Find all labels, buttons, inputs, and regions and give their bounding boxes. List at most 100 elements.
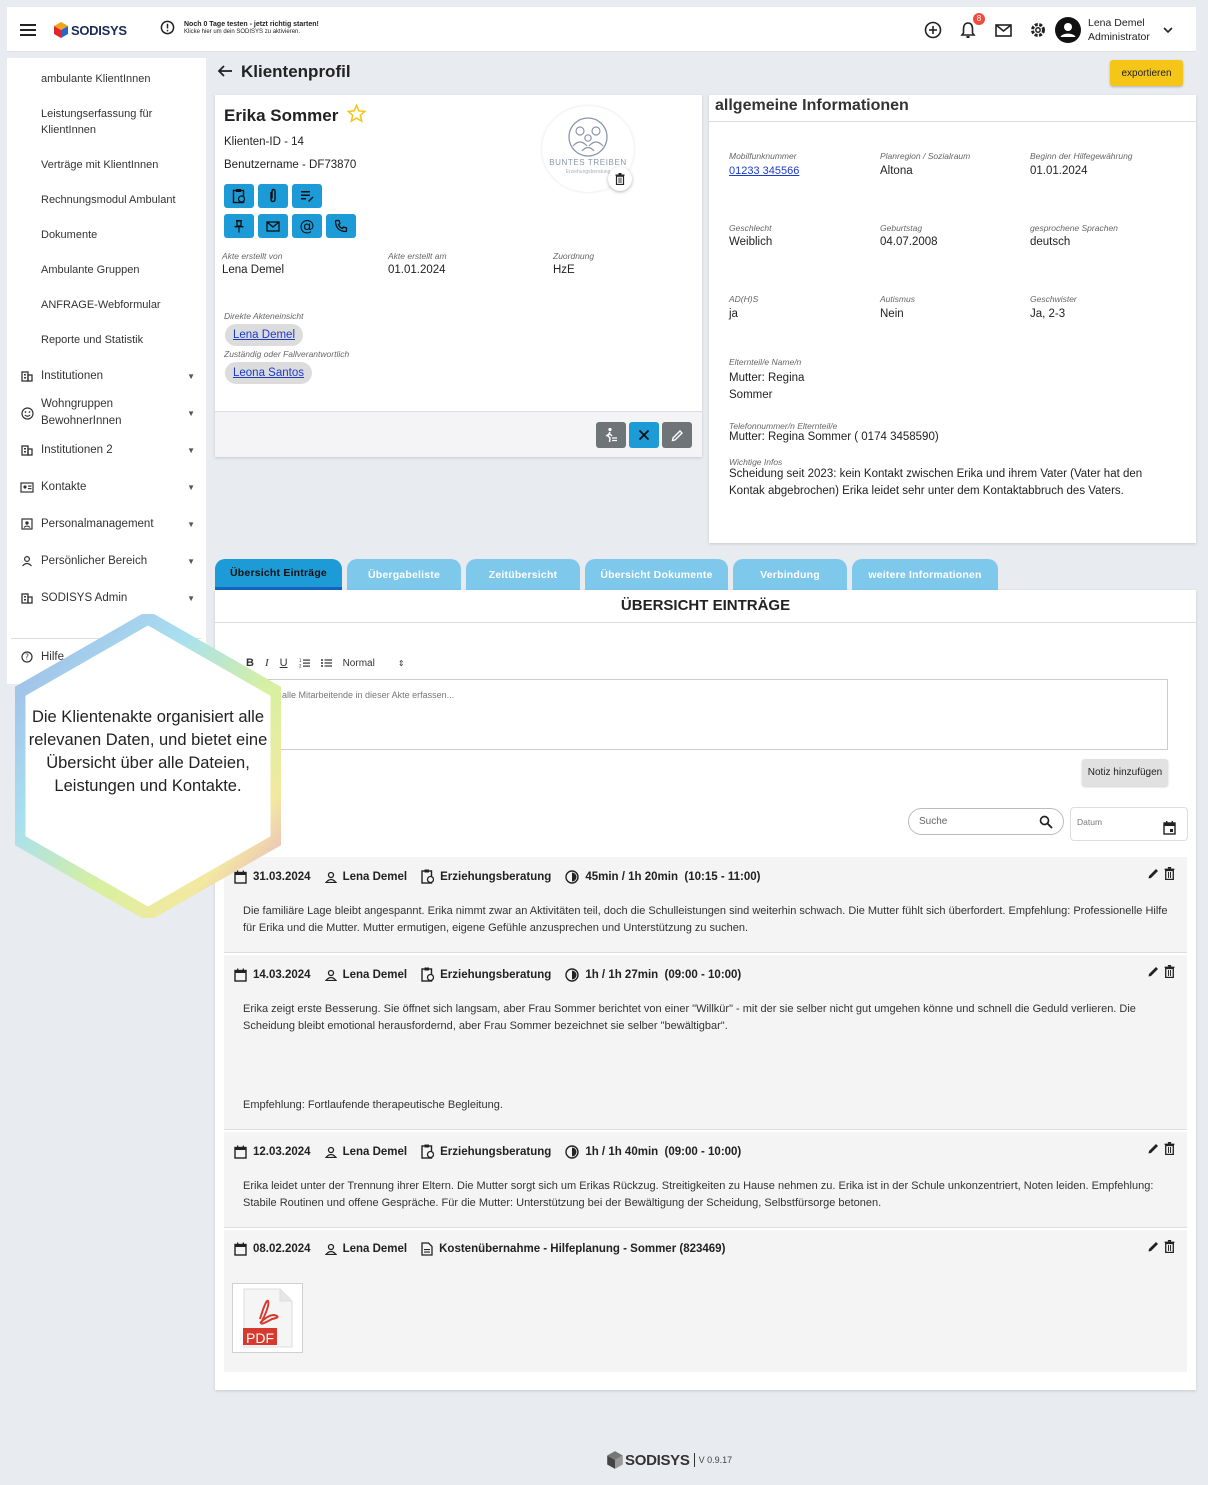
clipboard-clock-icon	[421, 1144, 435, 1159]
sidebar-item-dokumente[interactable]: Dokumente	[41, 227, 97, 243]
entry-tools	[1147, 1240, 1175, 1253]
delete-logo-button[interactable]	[608, 167, 632, 191]
caret-down-icon: ▼	[187, 371, 195, 381]
tab-weitere-informationen[interactable]: weitere Informationen	[852, 559, 998, 590]
favorite-star-icon[interactable]	[347, 104, 366, 123]
caret-down-icon: ▼	[187, 519, 195, 529]
trash-icon[interactable]	[1164, 1240, 1175, 1253]
direct-access-chip[interactable]: Lena Demel	[225, 324, 304, 346]
search-input[interactable]: Suche	[908, 808, 1064, 835]
client-name: Erika Sommer	[224, 106, 339, 125]
entry-row: 08.02.2024 Lena Demel Kostenübernahme - …	[224, 1230, 1187, 1372]
sidebar-item-institutionen-2[interactable]: Institutionen 2 ▼	[19, 442, 199, 458]
entry-category: Erziehungsberatung	[440, 870, 552, 883]
trial-banner[interactable]: Noch 0 Tage testen - jetzt richtig start…	[160, 20, 319, 35]
pencil-icon[interactable]	[1147, 1240, 1160, 1253]
entry-user: Lena Demel	[342, 968, 408, 981]
settings-gear-icon[interactable]	[1027, 19, 1049, 41]
mobile-label: Mobilfunknummer	[729, 151, 797, 161]
created-at-label: Akte erstellt am	[388, 251, 447, 261]
ordered-list-icon[interactable]: 12	[299, 658, 310, 668]
call-button[interactable]	[326, 214, 356, 238]
sidebar-item-wohngruppen[interactable]: Wohngruppen BewohnerInnen ▼	[19, 396, 199, 430]
sidebar-item-rechnungsmodul[interactable]: Rechnungsmodul Ambulant	[41, 192, 176, 208]
entry-header: 12.03.2024 Lena Demel Erziehungsberatung…	[234, 1144, 755, 1159]
calendar-icon[interactable]	[1163, 821, 1176, 835]
export-button[interactable]: exportieren	[1110, 60, 1183, 86]
sidebar-item-sodisys-admin[interactable]: SODISYS Admin ▼	[19, 590, 199, 606]
sidebar-item-leistungserfassung[interactable]: Leistungserfassung für KlientInnen	[41, 106, 191, 138]
at-sign-icon: @	[299, 217, 315, 235]
pencil-icon[interactable]	[1147, 1142, 1160, 1155]
sidebar-item-kontakte[interactable]: Kontakte ▼	[19, 479, 199, 495]
notification-bell-icon[interactable]: 8	[957, 13, 985, 41]
person-icon	[324, 871, 337, 883]
mobile-link[interactable]: 01233 345566	[729, 165, 799, 177]
search-placeholder: Suche	[919, 816, 948, 827]
responsible-chip[interactable]: Leona Santos	[225, 362, 312, 384]
responsible-link[interactable]: Leona Santos	[233, 367, 304, 379]
clipboard-button[interactable]	[224, 184, 254, 208]
sidebar-item-reporte-statistik[interactable]: Reporte und Statistik	[41, 332, 143, 348]
sidebar-item-vertraege[interactable]: Verträge mit KlientInnen	[41, 157, 158, 173]
gender-value: Weiblich	[729, 236, 773, 248]
trash-icon	[615, 173, 625, 185]
tab-uebergabeliste[interactable]: Übergabeliste	[347, 559, 461, 590]
note-editor[interactable]: Notiz für alle Mitarbeitende in dieser A…	[237, 679, 1168, 750]
created-by-value: Lena Demel	[222, 264, 285, 276]
trial-title: Noch 0 Tage testen - jetzt richtig start…	[184, 20, 319, 28]
trash-icon[interactable]	[1164, 867, 1175, 880]
format-select[interactable]: Normal ⇕	[343, 658, 405, 669]
building-icon	[19, 370, 35, 382]
sidebar-item-persoenlicher-bereich[interactable]: Persönlicher Bereich ▼	[19, 553, 199, 569]
sidebar-item-institutionen[interactable]: Institutionen ▼	[19, 368, 199, 384]
sidebar-item-anfrage-webformular[interactable]: ANFRAGE-Webformular	[41, 297, 161, 313]
back-arrow-icon[interactable]	[217, 64, 233, 78]
entry-date: 14.03.2024	[253, 968, 311, 981]
discharge-button[interactable]	[596, 422, 626, 448]
adhs-value: ja	[729, 308, 738, 320]
logo-text: SODISYS	[71, 22, 127, 38]
contact-card-icon	[19, 481, 35, 493]
edit-profile-button[interactable]	[662, 422, 692, 448]
building-icon	[19, 592, 35, 604]
search-icon[interactable]	[1039, 815, 1053, 829]
app-logo[interactable]: SODISYS	[53, 21, 127, 39]
bullet-list-icon[interactable]	[320, 658, 332, 668]
pencil-icon[interactable]	[1147, 867, 1160, 880]
pdf-file-thumbnail[interactable]: PDF	[232, 1283, 303, 1353]
add-circle-icon[interactable]	[922, 19, 944, 41]
trash-icon[interactable]	[1164, 965, 1175, 978]
email-button[interactable]	[258, 214, 288, 238]
at-mention-button[interactable]: @	[292, 214, 322, 238]
building-icon	[19, 444, 35, 456]
menu-icon[interactable]	[17, 19, 39, 41]
sidebar-item-ambulante-gruppen[interactable]: Ambulante Gruppen	[41, 262, 139, 278]
languages-value: deutsch	[1030, 236, 1071, 248]
caret-down-icon: ▼	[187, 445, 195, 455]
user-menu[interactable]: Lena Demel Administrator	[1055, 16, 1174, 44]
notes-button[interactable]	[292, 184, 322, 208]
mail-icon[interactable]	[992, 19, 1014, 41]
sidebar-item-personalmanagement[interactable]: Personalmanagement ▼	[19, 516, 199, 532]
close-file-button[interactable]	[629, 422, 659, 448]
sidebar-item-ambulante-klientinnen[interactable]: ambulante KlientInnen	[41, 71, 150, 87]
trash-icon[interactable]	[1164, 1142, 1175, 1155]
footer: SODISYS V 0.9.17	[606, 1450, 732, 1470]
hexagon-callout-text: Die Klientenakte organisiert alle releva…	[28, 708, 268, 795]
tab-uebersicht-eintraege[interactable]: Übersicht Einträge	[215, 559, 342, 590]
add-note-button[interactable]: Notiz hinzufügen	[1082, 759, 1168, 786]
direct-access-link[interactable]: Lena Demel	[233, 329, 295, 341]
clipboard-clock-icon	[232, 189, 246, 204]
attachment-button[interactable]	[258, 184, 288, 208]
pencil-icon	[671, 429, 683, 441]
date-filter-input[interactable]: Datum	[1070, 807, 1188, 841]
tab-zeituebersicht[interactable]: Zeitübersicht	[466, 559, 580, 590]
tab-uebersicht-dokumente[interactable]: Übersicht Dokumente	[585, 559, 728, 590]
pin-button[interactable]	[224, 214, 254, 238]
languages-label: gesprochene Sprachen	[1030, 223, 1118, 233]
tab-verbindung[interactable]: Verbindung	[733, 559, 847, 590]
calendar-icon	[234, 1145, 247, 1159]
overview-title: ÜBERSICHT EINTRÄGE	[620, 597, 791, 614]
pencil-icon[interactable]	[1147, 965, 1160, 978]
